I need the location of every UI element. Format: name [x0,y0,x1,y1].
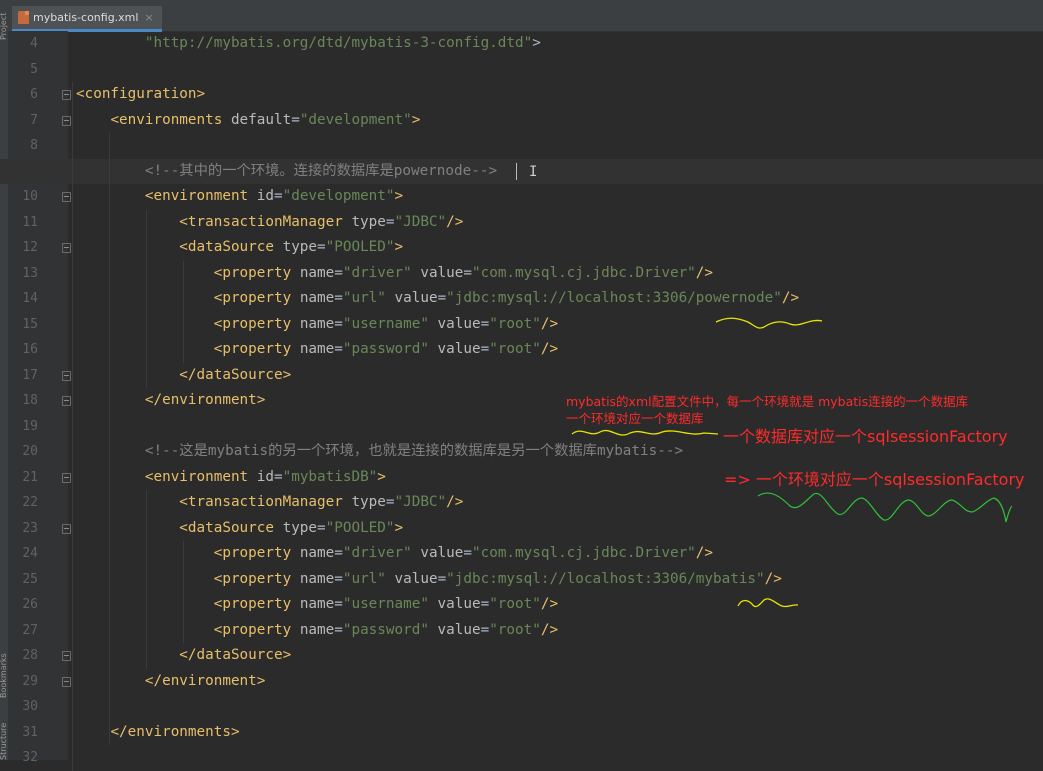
code-line-8[interactable] [0,133,1043,159]
fold-marker-icon[interactable] [62,90,71,100]
code-text: <property name="username" value="root"/> [213,596,559,612]
code-text: <property name="driver" value="com.mysql… [213,545,714,561]
code-line-17[interactable]: </dataSource> [0,363,1043,389]
fold-marker-icon[interactable] [62,396,71,406]
code-text: </environment> [144,392,266,408]
indent-guide [146,490,147,669]
editor-tab-bar: mybatis-config.xml × [8,6,1043,32]
code-line-15[interactable]: <property name="username" value="root"/> [0,312,1043,338]
mouse-ibeam-cursor: I [529,164,538,180]
code-text: <dataSource type="POOLED"> [179,519,404,536]
code-line-9[interactable]: <!--其中的一个环境。连接的数据库是powernode--> [0,158,1043,184]
code-text: <dataSource type="POOLED"> [179,239,404,255]
annotation-note-2: 一个环境对应一个数据库 [566,411,704,426]
fold-marker-icon[interactable] [62,651,71,661]
fold-marker-icon[interactable] [62,192,71,202]
code-text: <transactionManager type="JDBC"/> [179,213,464,230]
code-line-12[interactable]: <dataSource type="POOLED"> [0,235,1043,261]
fold-marker-icon[interactable] [62,472,71,483]
fold-marker-icon[interactable] [62,676,71,687]
code-text: <property name="driver" value="com.mysql… [213,264,714,281]
indent-guide [109,133,110,745]
tab-label: mybatis-config.xml [33,11,139,24]
code-text: <property name="password" value="root"/> [213,621,559,638]
code-line-16[interactable]: <property name="password" value="root"/> [0,337,1043,363]
code-text: <environment id="mybatisDB"> [144,468,386,485]
code-text: </environment> [144,672,266,689]
code-line-14[interactable]: <property name="url" value="jdbc:mysql:/… [0,286,1043,312]
code-text: <property name="url" value="jdbc:mysql:/… [213,290,800,306]
indent-guide [72,82,73,771]
code-line-11[interactable]: <transactionManager type="JDBC"/> [0,210,1043,236]
code-line-22[interactable]: <transactionManager type="JDBC"/> [0,490,1043,516]
code-line-30[interactable] [0,694,1043,720]
indent-guide [146,209,147,388]
tab-mybatis-config-xml[interactable]: mybatis-config.xml × [12,6,162,32]
code-line-27[interactable]: <property name="password" value="root"/> [0,618,1043,644]
code-line-26[interactable]: <property name="username" value="root"/> [0,592,1043,618]
code-text: <configuration> [76,86,206,102]
code-text: <!--其中的一个环境。连接的数据库是powernode--> [144,162,498,179]
code-line-7[interactable]: <environments default="development"> [0,108,1043,134]
code-line-25[interactable]: <property name="url" value="jdbc:mysql:/… [0,567,1043,593]
code-line-24[interactable]: <property name="driver" value="com.mysql… [0,541,1043,567]
code-text: <property name="username" value="root"/> [213,315,559,332]
code-line-6[interactable]: <configuration> [0,82,1043,108]
code-text: <transactionManager type="JDBC"/> [179,494,464,510]
code-line-5[interactable] [0,57,1043,83]
indent-guide [183,260,184,363]
fold-marker-icon[interactable] [62,370,71,381]
text-caret [516,163,517,180]
code-text: <property name="url" value="jdbc:mysql:/… [213,570,782,587]
code-line-28[interactable]: </dataSource> [0,643,1043,669]
code-line-32[interactable] [0,745,1043,771]
fold-marker-icon[interactable] [62,115,71,126]
code-text: </environments> [110,723,240,740]
code-line-31[interactable]: </environments> [0,720,1043,746]
annotation-note-3: 一个数据库对应一个sqlsessionFactory [723,427,1008,446]
code-text: <!--这是mybatis的另一个环境，也就是连接的数据库是另一个数据库myba… [144,443,684,459]
fold-marker-icon[interactable] [62,523,71,534]
code-line-23[interactable]: <dataSource type="POOLED"> [0,516,1043,542]
code-text: <property name="password" value="root"/> [213,341,559,357]
close-tab-icon[interactable]: × [144,11,153,24]
code-line-4[interactable]: "http://mybatis.org/dtd/mybatis-3-config… [0,31,1043,57]
code-text: <environments default="development"> [110,111,421,128]
code-line-13[interactable]: <property name="driver" value="com.mysql… [0,261,1043,287]
annotation-note-4: => 一个环境对应一个sqlsessionFactory [724,470,1025,489]
code-text: "http://mybatis.org/dtd/mybatis-3-config… [144,35,541,51]
code-line-10[interactable]: <environment id="development"> [0,184,1043,210]
fold-marker-icon[interactable] [62,243,71,253]
indent-guide [183,541,184,643]
code-line-29[interactable]: </environment> [0,669,1043,695]
code-text: <environment id="development"> [144,188,404,204]
xml-file-icon [18,11,29,24]
